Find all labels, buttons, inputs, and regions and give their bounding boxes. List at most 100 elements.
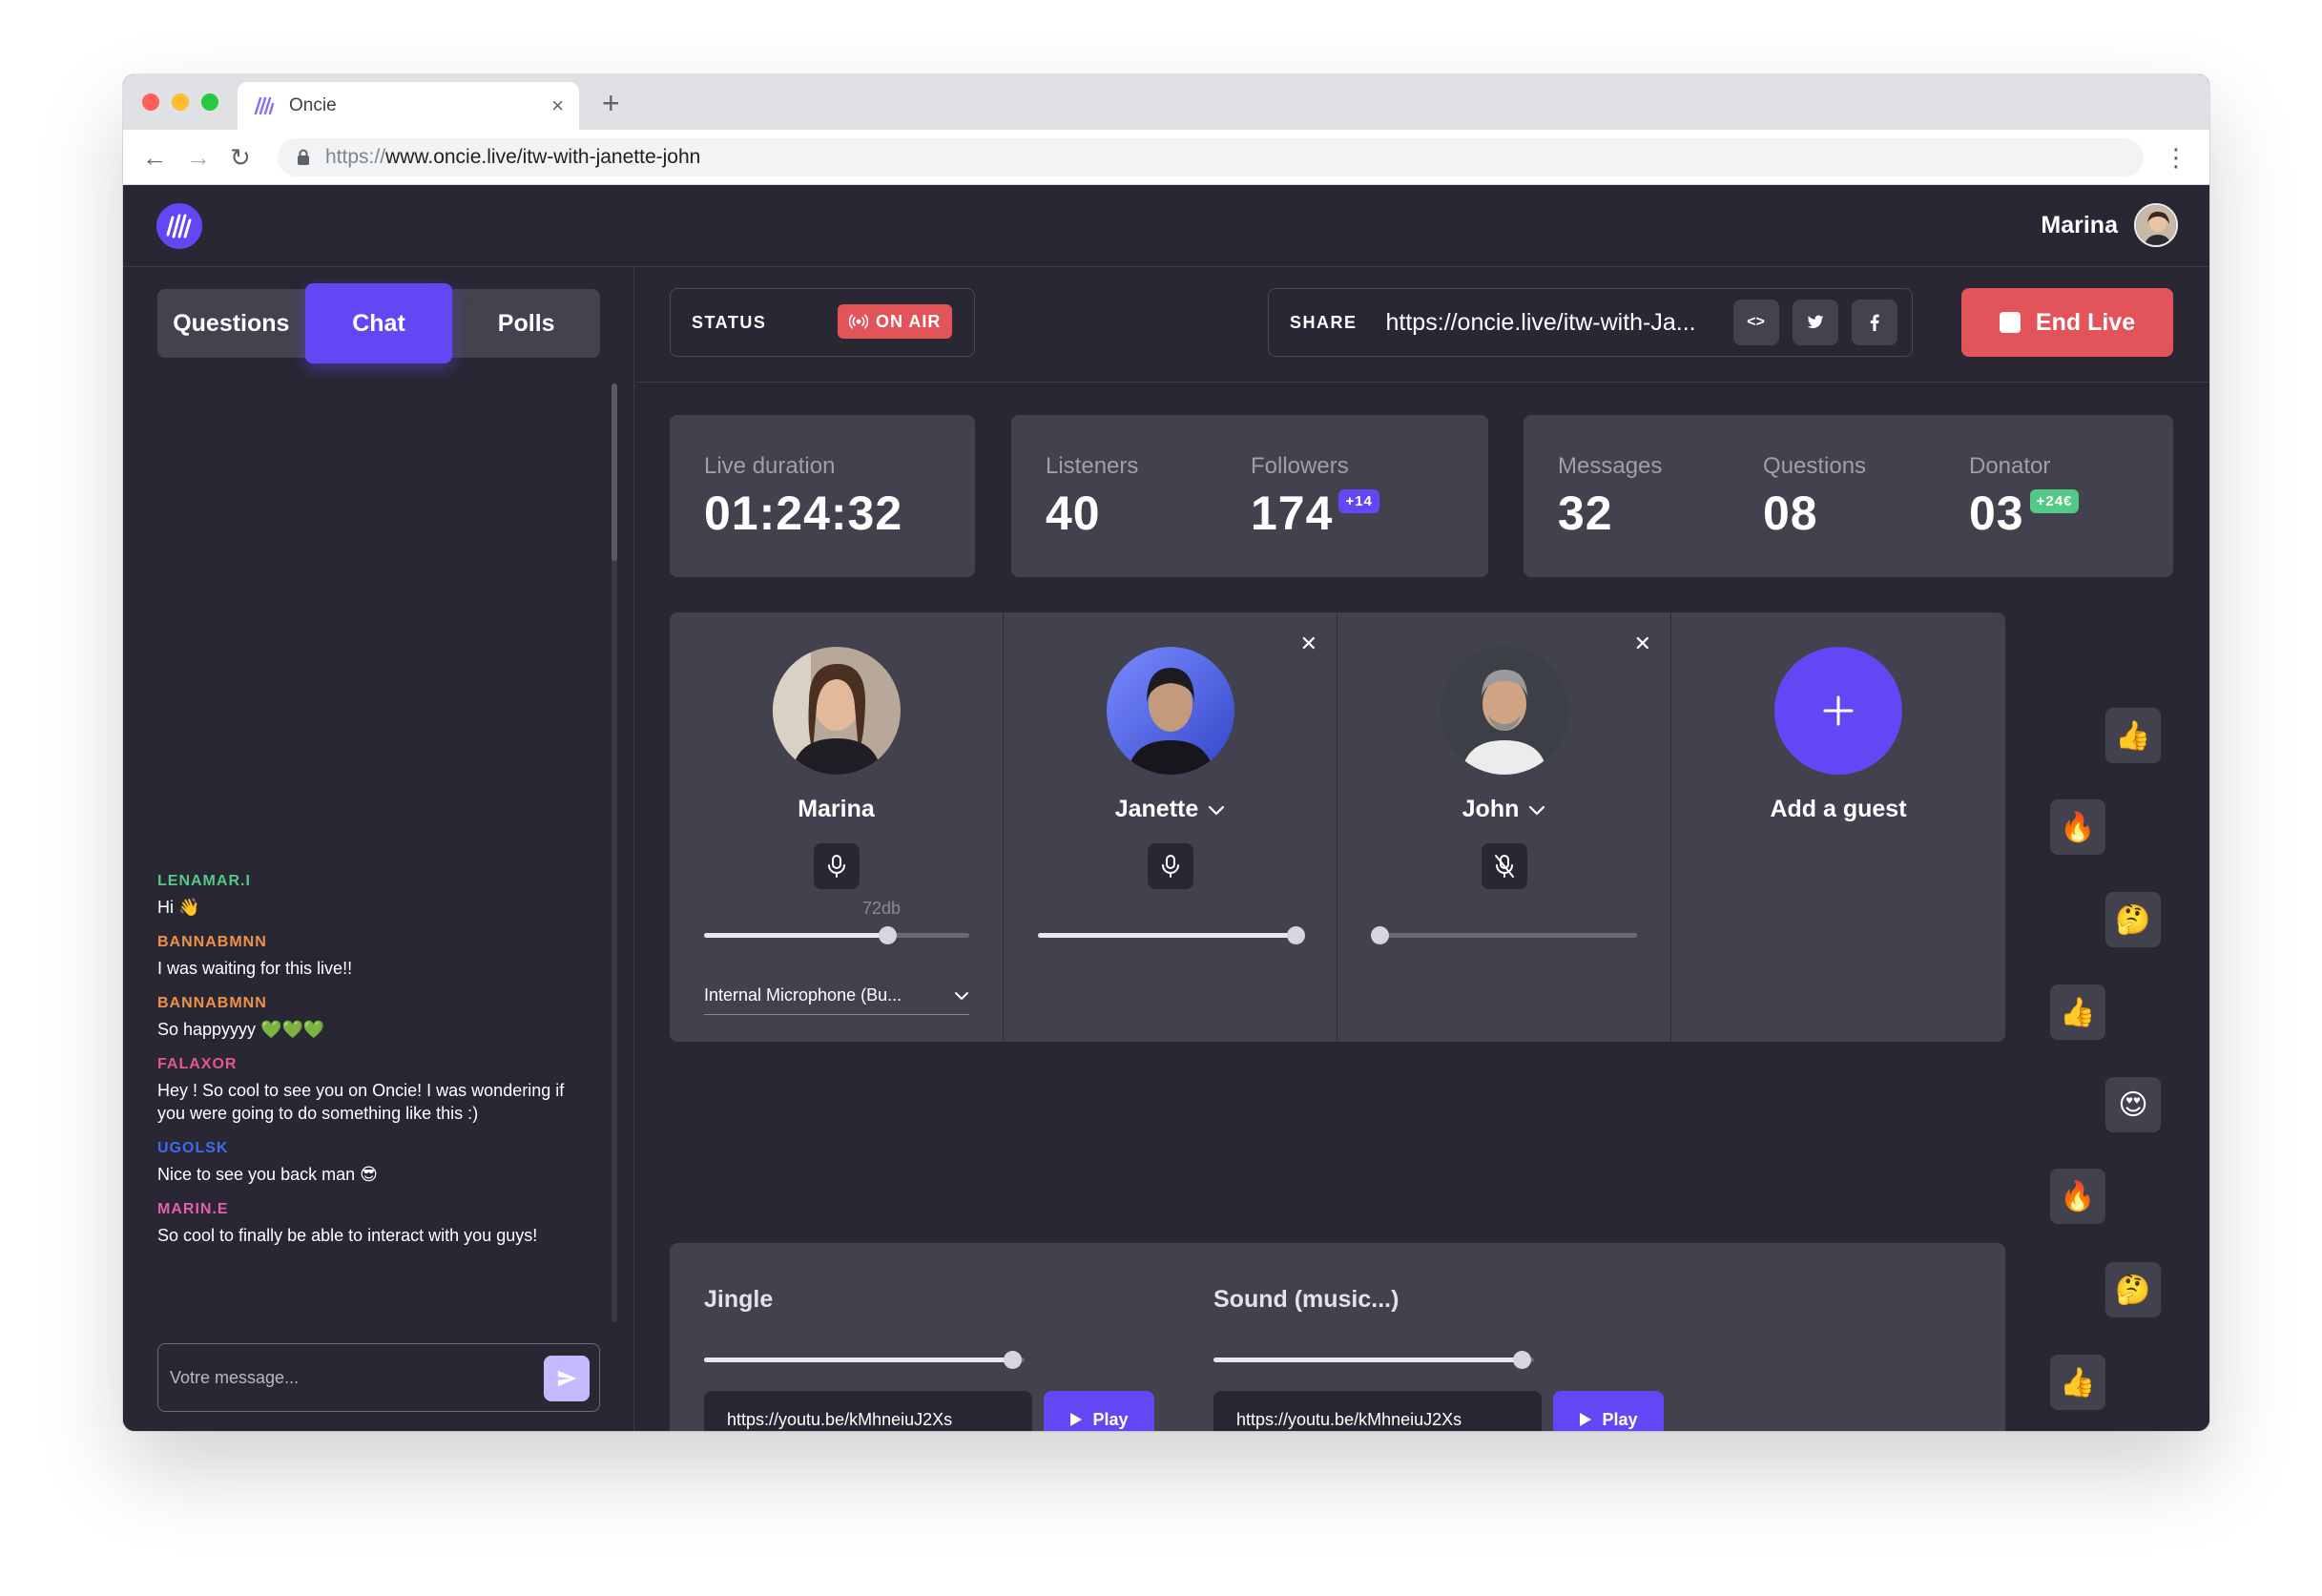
new-tab-button[interactable]: +	[602, 86, 620, 121]
add-guest-label[interactable]: Add a guest	[1671, 796, 2005, 823]
user-avatar[interactable]	[2134, 203, 2178, 247]
chevron-down-icon[interactable]	[1528, 805, 1545, 816]
volume-slider[interactable]	[1038, 926, 1305, 944]
chat-username[interactable]: BANNABMNN	[157, 934, 577, 951]
stop-icon	[1999, 312, 2021, 333]
close-tab-icon[interactable]: ×	[551, 93, 564, 118]
reaction-thumbs-up: 👍	[2105, 708, 2161, 763]
donator-amount-badge: +24€	[2029, 489, 2080, 513]
stat-label: Questions	[1763, 453, 1867, 479]
chat-message: UGOLSK Nice to see you back man 😎	[157, 1140, 577, 1186]
chat-text: I was waiting for this live!!	[157, 959, 353, 978]
stat-value: 40	[1046, 487, 1101, 540]
guest-name[interactable]: Janette	[1004, 796, 1337, 823]
chat-username[interactable]: BANNABMNN	[157, 995, 577, 1012]
jingle-volume-slider[interactable]	[704, 1351, 1025, 1369]
music-section: Sound (music...) Play	[1179, 1243, 1664, 1431]
chat-scrollbar-thumb[interactable]	[612, 383, 617, 561]
music-play-button[interactable]: Play	[1553, 1391, 1664, 1431]
stat-value: 32	[1558, 487, 1613, 540]
reaction-fire: 🔥	[2050, 799, 2105, 855]
volume-knob[interactable]	[1003, 1351, 1022, 1369]
reaction-thinking: 🤔	[2105, 1262, 2161, 1317]
mic-toggle-button[interactable]	[1482, 843, 1527, 889]
chat-message: LENAMAR.I Hi 👋	[157, 873, 577, 919]
volume-knob[interactable]	[1512, 1351, 1531, 1369]
music-title: Sound (music...)	[1213, 1286, 1399, 1313]
jingle-url-input[interactable]	[704, 1391, 1032, 1431]
volume-knob[interactable]	[878, 926, 897, 944]
device-label: Internal Microphone (Bu...	[704, 985, 902, 1005]
app-header: Marina	[123, 186, 2209, 267]
stat-value: 01:24:32	[704, 487, 903, 540]
embed-code-button[interactable]: <>	[1732, 300, 1779, 345]
microphone-icon	[1162, 855, 1179, 878]
address-bar[interactable]: https:// www.oncie.live/itw-with-janette…	[278, 138, 2144, 176]
back-icon[interactable]: ←	[142, 143, 167, 172]
play-icon	[1070, 1413, 1083, 1426]
chat-text: Hi 👋	[157, 898, 200, 917]
url-host: www.oncie.live/itw-with-janette-john	[385, 146, 701, 168]
forward-icon[interactable]: →	[186, 143, 211, 172]
facebook-share-button[interactable]	[1851, 300, 1897, 345]
chevron-down-icon[interactable]	[1208, 805, 1225, 816]
mic-toggle-button[interactable]	[1148, 843, 1193, 889]
sidebar-tabs: Questions Chat Polls	[157, 283, 600, 363]
end-live-button[interactable]: End Live	[1961, 288, 2173, 357]
volume-slider[interactable]	[1371, 926, 1637, 944]
stat-label: Live duration	[704, 453, 836, 479]
chat-username[interactable]: MARIN.E	[157, 1201, 577, 1218]
music-url-input[interactable]	[1213, 1391, 1542, 1431]
reload-icon[interactable]: ↻	[230, 143, 251, 172]
stat-duration: Live duration 01:24:32	[704, 453, 902, 541]
stat-value: 174	[1251, 487, 1334, 540]
main-panel: STATUS ON AIR SHARE https://oncie.live/i…	[635, 267, 2209, 1431]
browser-tab[interactable]: Oncie ×	[238, 82, 579, 130]
stat-followers: Followers 174 +14	[1251, 453, 1379, 541]
stat-donator: Donator 03 +24€	[1969, 453, 2080, 541]
tab-title: Oncie	[289, 95, 337, 115]
guest-card: ✕ John	[1337, 612, 1671, 1042]
remove-guest-icon[interactable]: ✕	[1634, 632, 1651, 656]
header-divider	[635, 382, 2209, 383]
jingle-play-button[interactable]: Play	[1044, 1391, 1154, 1431]
minimize-window-button[interactable]	[172, 93, 189, 111]
guest-avatar	[773, 647, 901, 775]
tab-questions[interactable]: Questions	[157, 289, 305, 358]
chat-username[interactable]: LENAMAR.I	[157, 873, 577, 890]
chat-username[interactable]: UGOLSK	[157, 1140, 577, 1157]
mic-toggle-button[interactable]	[814, 843, 860, 889]
chat-username[interactable]: FALAXOR	[157, 1056, 577, 1073]
volume-fill	[1213, 1358, 1522, 1362]
app-logo-icon[interactable]	[156, 203, 202, 249]
chat-message-input[interactable]	[170, 1344, 532, 1411]
guest-name[interactable]: John	[1337, 796, 1670, 823]
reaction-thumbs-up: 👍	[2050, 985, 2105, 1040]
send-button[interactable]	[544, 1356, 590, 1401]
guest-avatar	[1107, 647, 1234, 775]
tab-chat[interactable]: Chat	[304, 283, 453, 363]
microphone-muted-icon	[1495, 855, 1514, 878]
broadcast-icon	[849, 314, 868, 329]
stat-value-row: 03 +24€	[1969, 486, 2080, 541]
share-url[interactable]: https://oncie.live/itw-with-Ja...	[1386, 309, 1720, 337]
volume-knob[interactable]	[1371, 926, 1390, 944]
chat-text: Nice to see you back man 😎	[157, 1165, 378, 1184]
tab-polls[interactable]: Polls	[452, 289, 600, 358]
volume-slider[interactable]	[704, 926, 969, 944]
url-scheme: https://	[325, 146, 386, 168]
twitter-share-button[interactable]	[1792, 300, 1838, 345]
guest-name: Marina	[798, 796, 875, 822]
stat-card-audience: Listeners 40 Followers 174 +14	[1011, 415, 1488, 577]
maximize-window-button[interactable]	[201, 93, 218, 111]
followers-delta-badge: +14	[1338, 489, 1379, 513]
close-window-button[interactable]	[142, 93, 159, 111]
input-device-select[interactable]: Internal Microphone (Bu...	[704, 977, 969, 1015]
volume-knob[interactable]	[1286, 926, 1305, 944]
microphone-icon	[828, 855, 845, 878]
music-volume-slider[interactable]	[1213, 1351, 1534, 1369]
remove-guest-icon[interactable]: ✕	[1300, 632, 1317, 656]
add-guest-button[interactable]	[1774, 647, 1902, 775]
browser-menu-icon[interactable]: ⋮	[2164, 143, 2188, 173]
browser-toolbar: ← → ↻ https:// www.oncie.live/itw-with-j…	[123, 130, 2209, 185]
